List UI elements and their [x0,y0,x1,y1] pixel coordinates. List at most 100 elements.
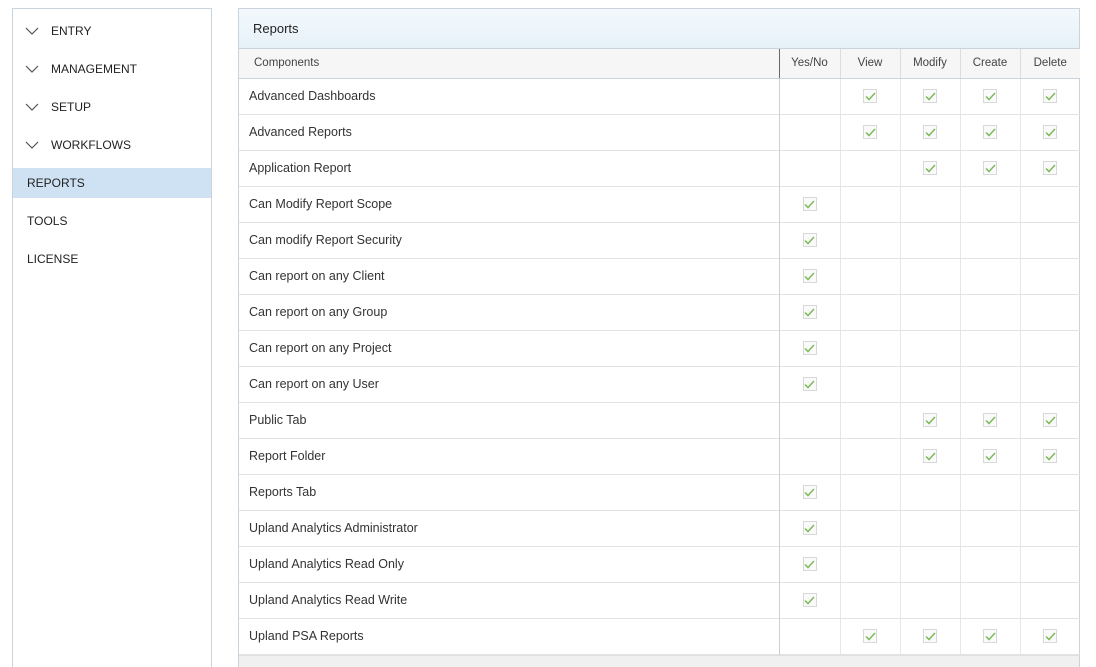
checkmark-icon [804,488,815,497]
table-row: Reports Tab [239,474,1080,510]
permission-checkbox[interactable] [983,413,997,428]
permissions-table: Components Yes/No View Modify Create Del… [239,49,1080,655]
checkmark-icon [804,272,815,281]
permission-checkbox[interactable] [923,89,937,104]
permission-checkbox[interactable] [802,593,817,608]
permission-checkbox[interactable] [923,125,937,140]
permission-checkbox[interactable] [1043,125,1058,140]
checkmark-icon [984,164,996,173]
cell-create [959,582,1020,618]
column-header-create[interactable]: Create [959,49,1020,79]
sidebar-item-license[interactable]: LICENSE [13,244,211,274]
checkmark-icon [864,632,876,641]
checkmark-icon [984,452,996,461]
permission-checkbox[interactable] [863,125,877,140]
cell-view [839,186,900,222]
permission-checkbox[interactable] [923,161,937,176]
permission-checkbox[interactable] [983,161,997,176]
column-header-delete[interactable]: Delete [1019,49,1080,79]
checkmark-icon [984,128,996,137]
cell-create [959,150,1020,186]
cell-modify [899,582,960,618]
permission-checkbox[interactable] [802,557,817,572]
checkmark-icon [1045,128,1056,137]
permission-checkbox[interactable] [1043,413,1058,428]
permission-checkbox[interactable] [1043,161,1058,176]
cell-view [839,438,900,474]
permission-checkbox[interactable] [983,629,997,644]
component-name: Can Modify Report Scope [249,197,393,211]
column-header-view[interactable]: View [839,49,900,79]
cell-modify [899,474,960,510]
component-name: Application Report [249,161,352,175]
cell-view [839,402,900,438]
column-header-components[interactable]: Components [239,49,780,79]
permission-checkbox[interactable] [802,197,817,212]
permission-checkbox[interactable] [1043,629,1058,644]
permission-checkbox[interactable] [863,629,877,644]
sidebar-item-tools[interactable]: TOOLS [13,206,211,236]
chevron-down-icon [25,64,39,74]
cell-delete [1019,258,1080,294]
permission-checkbox[interactable] [923,413,937,428]
table-row: Can modify Report Security [239,222,1080,258]
component-name: Upland PSA Reports [249,629,364,643]
sidebar-item-reports[interactable]: REPORTS [13,168,211,198]
column-header-yes-no[interactable]: Yes/No [778,49,840,79]
permission-checkbox[interactable] [802,377,817,392]
permission-checkbox[interactable] [802,521,817,536]
table-row: Upland Analytics Read Write [239,582,1080,618]
cell-view [839,546,900,582]
permission-checkbox[interactable] [1043,89,1058,104]
chevron-down-icon [25,102,39,112]
permission-checkbox[interactable] [802,269,817,284]
permission-checkbox[interactable] [1043,449,1058,464]
sidebar-item-label: REPORTS [27,176,85,190]
cell-yes-no [778,366,840,402]
cell-view [839,114,900,150]
checkmark-icon [984,92,996,101]
cell-delete [1019,474,1080,510]
permission-checkbox[interactable] [863,89,877,104]
cell-view [839,330,900,366]
cell-yes-no [778,150,840,186]
table-row: Can report on any Client [239,258,1080,294]
permission-checkbox[interactable] [802,341,817,356]
column-resize-handle[interactable] [778,49,780,78]
cell-yes-no [778,222,840,258]
cell-yes-no [778,438,840,474]
sidebar-item-setup[interactable]: SETUP [13,92,211,122]
checkmark-icon [804,596,815,605]
permission-checkbox[interactable] [802,233,817,248]
sidebar-item-management[interactable]: MANAGEMENT [13,54,211,84]
permission-checkbox[interactable] [983,125,997,140]
cell-yes-no [778,114,840,150]
cell-yes-no [778,510,840,546]
checkmark-icon [804,380,815,389]
table-row: Can report on any Project [239,330,1080,366]
checkmark-icon [924,416,936,425]
checkmark-icon [804,560,815,569]
checkmark-icon [1045,92,1056,101]
checkmark-icon [1045,452,1056,461]
permission-checkbox[interactable] [983,89,997,104]
component-name: Upland Analytics Read Only [249,557,404,571]
cell-view [839,258,900,294]
column-header-modify[interactable]: Modify [899,49,960,79]
permission-checkbox[interactable] [802,485,817,500]
cell-create [959,258,1020,294]
table-row: Upland Analytics Administrator [239,510,1080,546]
sidebar-item-label: ENTRY [51,24,92,38]
sidebar-item-workflows[interactable]: WORKFLOWS [13,130,211,160]
sidebar-item-entry[interactable]: ENTRY [13,16,211,46]
permission-checkbox[interactable] [983,449,997,464]
table-row: Public Tab [239,402,1080,438]
sidebar-item-label: LICENSE [27,252,79,266]
component-name: Can report on any Group [249,305,388,319]
cell-modify [899,366,960,402]
cell-modify [899,150,960,186]
cell-modify [899,294,960,330]
permission-checkbox[interactable] [923,449,937,464]
permission-checkbox[interactable] [802,305,817,320]
permission-checkbox[interactable] [923,629,937,644]
